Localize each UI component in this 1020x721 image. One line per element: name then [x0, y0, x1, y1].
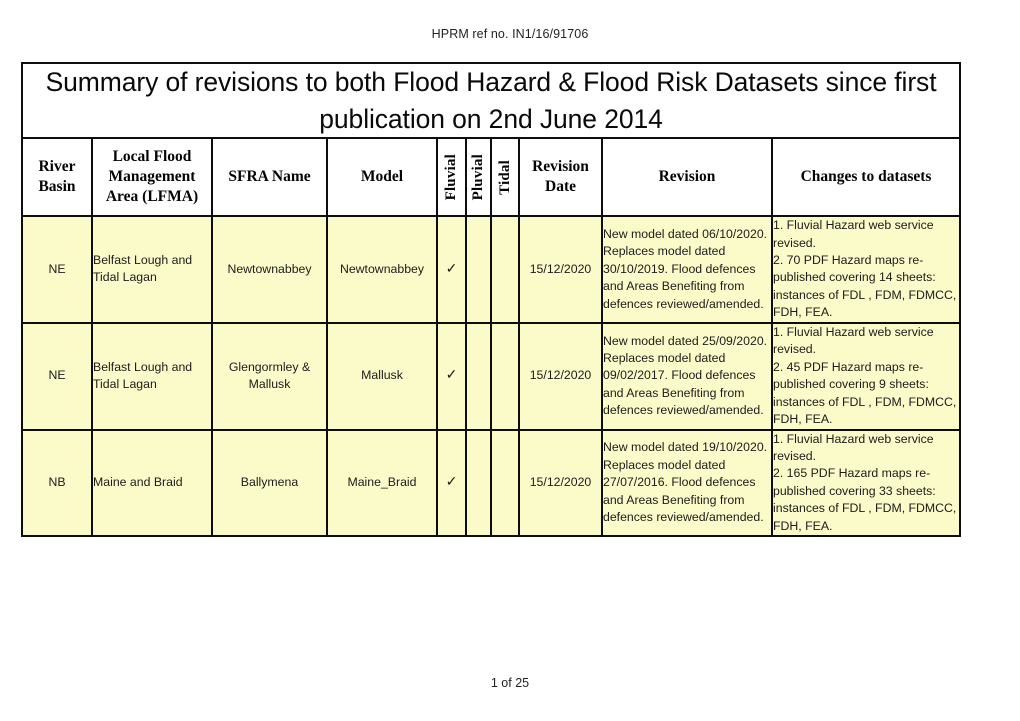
- table-row: NE Belfast Lough and Tidal Lagan Glengor…: [21, 321, 962, 431]
- cell-revision: New model dated 25/09/2020. Replaces mod…: [601, 321, 773, 431]
- cell-tidal-tick: [490, 428, 520, 538]
- cell-river-basin: NB: [21, 428, 93, 538]
- cell-lfma: Belfast Lough and Tidal Lagan: [91, 321, 213, 431]
- column-header-lfma: Local Flood Management Area (LFMA): [91, 137, 213, 218]
- cell-pluvial-tick: [465, 215, 492, 324]
- cell-revision-date: 15/12/2020: [518, 428, 603, 538]
- column-header-tidal: Tidal: [490, 137, 520, 218]
- cell-pluvial-tick: [465, 428, 492, 538]
- cell-lfma: Belfast Lough and Tidal Lagan: [91, 215, 213, 324]
- cell-revision-date: 15/12/2020: [518, 215, 603, 324]
- table-row: NB Maine and Braid Ballymena Maine_Braid…: [21, 428, 962, 538]
- cell-sfra-name: Ballymena: [211, 428, 328, 538]
- column-header-sfra-name: SFRA Name: [211, 137, 328, 218]
- cell-pluvial-tick: [465, 321, 492, 431]
- check-icon: ✓: [445, 366, 458, 383]
- title-row: Summary of revisions to both Flood Hazar…: [20, 61, 962, 140]
- column-header-revision: Revision: [601, 137, 773, 218]
- cell-revision-date: 15/12/2020: [518, 321, 603, 431]
- cell-fluvial-tick: ✓: [436, 428, 467, 538]
- column-header-fluvial-label: Fluvial: [443, 153, 459, 201]
- column-header-fluvial: Fluvial: [436, 137, 467, 218]
- cell-tidal-tick: [490, 215, 520, 324]
- cell-river-basin: NE: [21, 321, 93, 431]
- column-header-pluvial: Pluvial: [465, 137, 492, 218]
- column-header-revision-date: Revision Date: [518, 137, 603, 218]
- hprm-reference-line: HPRM ref no. IN1/16/91706: [431, 27, 589, 41]
- cell-fluvial-tick: ✓: [436, 215, 467, 324]
- cell-lfma: Maine and Braid: [91, 428, 213, 538]
- cell-tidal-tick: [490, 321, 520, 431]
- cell-sfra-name: Glengormley & Mallusk: [211, 321, 328, 431]
- cell-changes: 1. Fluvial Hazard web service revised. 2.…: [770, 321, 962, 431]
- page-number-footer: 1 of 25: [490, 676, 530, 690]
- cell-river-basin: NE: [21, 215, 93, 324]
- check-icon: ✓: [445, 259, 458, 276]
- cell-model: Maine_Braid: [326, 428, 438, 538]
- cell-changes: 1. Fluvial Hazard web service revised. 2.…: [770, 215, 962, 324]
- table-row: NE Belfast Lough and Tidal Lagan Newtown…: [21, 215, 962, 324]
- revisions-table: Summary of revisions to both Flood Hazar…: [20, 61, 962, 538]
- column-header-model: Model: [326, 137, 438, 218]
- cell-changes: 1. Fluvial Hazard web service revised. 2.…: [770, 428, 962, 538]
- column-header-river-basin: River Basin: [21, 137, 93, 218]
- column-header-tidal-label: Tidal: [496, 159, 513, 195]
- cell-model: Mallusk: [326, 321, 438, 431]
- cell-sfra-name: Newtownabbey: [211, 215, 328, 324]
- column-header-changes-to-datasets: Changes to datasets: [770, 137, 962, 218]
- check-icon: ✓: [445, 473, 458, 490]
- cell-fluvial-tick: ✓: [436, 321, 467, 431]
- cell-revision: New model dated 06/10/2020. Replaces mod…: [601, 215, 773, 324]
- cell-revision: New model dated 19/10/2020. Replaces mod…: [601, 428, 773, 538]
- revisions-table-container: Summary of revisions to both Flood Hazar…: [20, 61, 962, 538]
- page-title: Summary of revisions to both Flood Hazar…: [20, 61, 962, 140]
- cell-model: Newtownabbey: [326, 215, 438, 324]
- column-header-pluvial-label: Pluvial: [470, 153, 486, 201]
- table-header-row: River Basin Local Flood Management Area …: [21, 137, 962, 218]
